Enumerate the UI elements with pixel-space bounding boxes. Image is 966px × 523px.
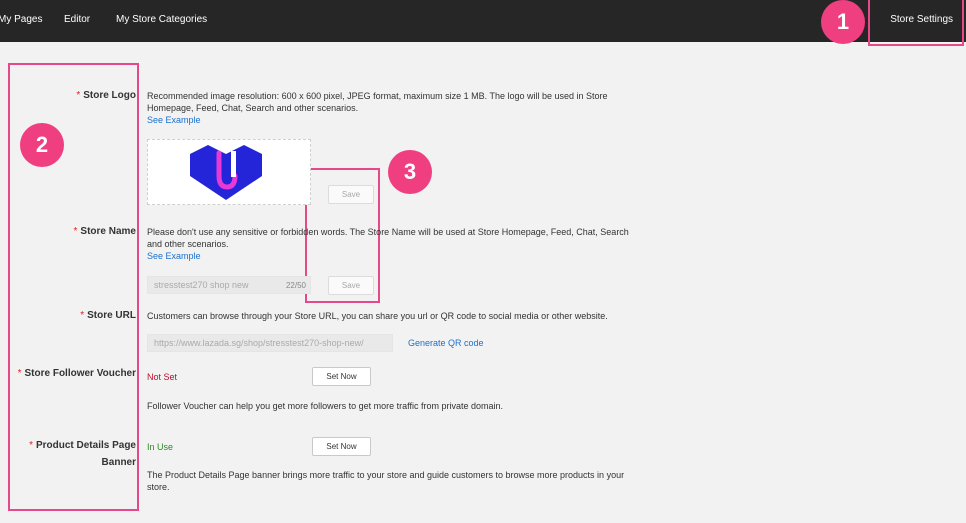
voucher-status-badge: Not Set — [147, 372, 178, 382]
store-url-description: Customers can browse through your Store … — [147, 311, 608, 321]
store-logo-save-button[interactable]: Save — [328, 185, 374, 204]
nav-my-store-categories[interactable]: My Store Categories — [116, 14, 207, 25]
store-name-label: * Store Name — [73, 226, 136, 237]
store-name-value: stresstest270 shop new — [154, 280, 249, 290]
voucher-set-now-button[interactable]: Set Now — [312, 367, 371, 386]
banner-status-badge: In Use — [147, 442, 174, 452]
nav-my-pages[interactable]: My Pages — [0, 14, 42, 25]
generate-qr-code-link[interactable]: Generate QR code — [408, 338, 484, 348]
store-logo-see-example-link[interactable]: See Example — [147, 115, 201, 125]
store-name-char-counter: 22/50 — [285, 281, 306, 290]
nav-editor[interactable]: Editor — [64, 14, 90, 25]
store-url-value: https://www.lazada.sg/shop/stresstest270… — [154, 338, 364, 348]
step-marker-2: 2 — [20, 123, 64, 167]
store-url-input[interactable]: https://www.lazada.sg/shop/stresstest270… — [147, 334, 393, 352]
store-logo-image[interactable] — [147, 139, 311, 205]
banner-description: The Product Details Page banner brings m… — [147, 470, 625, 492]
highlight-store-settings — [868, 0, 964, 46]
store-follower-voucher-label: * Store Follower Voucher — [17, 368, 136, 379]
voucher-description: Follower Voucher can help you get more f… — [147, 401, 504, 411]
product-details-banner-label: * Product Details Page Banner — [29, 440, 136, 468]
step-marker-3: 3 — [388, 150, 432, 194]
store-name-save-button[interactable]: Save — [328, 276, 374, 295]
store-logo-heart-icon — [190, 145, 262, 200]
store-url-label: * Store URL — [80, 310, 136, 321]
banner-set-now-button[interactable]: Set Now — [312, 437, 371, 456]
step-marker-1: 1 — [821, 0, 865, 44]
store-name-input[interactable]: stresstest270 shop new 22/50 — [147, 276, 311, 294]
store-logo-description: Recommended image resolution: 600 x 600 … — [147, 91, 608, 113]
store-name-see-example-link[interactable]: See Example — [147, 251, 201, 261]
store-logo-label: * Store Logo — [76, 90, 136, 101]
store-name-description: Please don't use any sensitive or forbid… — [147, 227, 629, 249]
